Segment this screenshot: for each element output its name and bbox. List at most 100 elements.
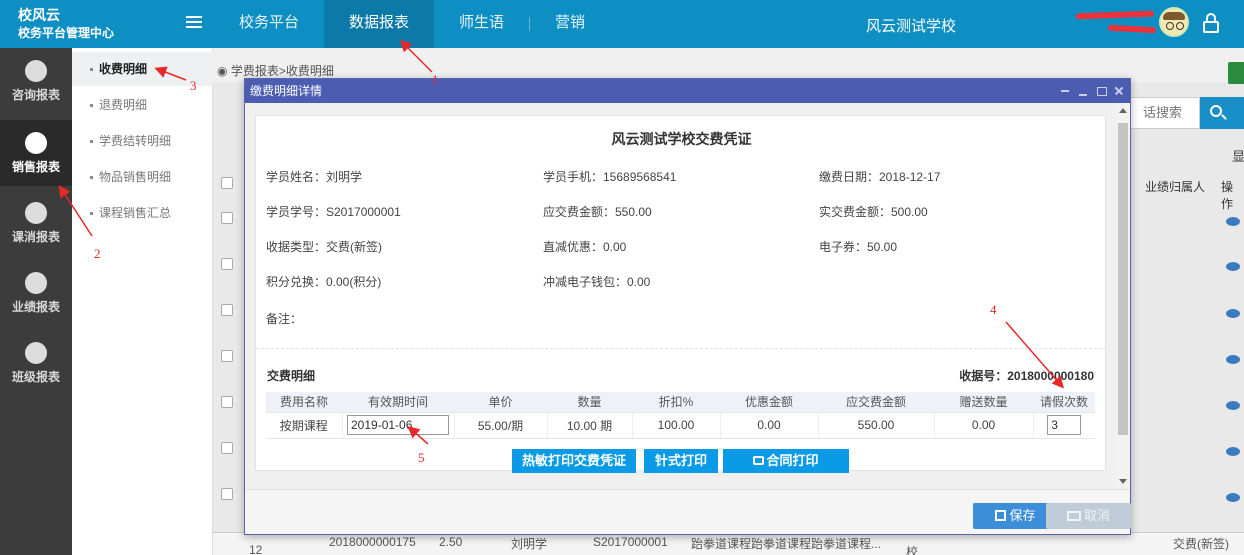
bullet-icon [90,212,93,216]
display-toggle[interactable]: 显 [1232,146,1244,165]
menu-toggle-icon[interactable] [186,16,202,30]
annotation-label-1: 1 [432,72,439,87]
brand[interactable]: 校风云 校务平台管理中心 [18,6,114,42]
field-student-name: 学员姓名：刘明学 [266,170,363,184]
fee-detail-table: 费用名称 有效期时间 单价 数量 折扣% 优惠金额 应交费金额 赠送数量 请假次… [266,392,1095,439]
table-row: 按期课程 55.00/期 10.00 期 100.00 0.00 550.00 … [266,411,1095,439]
breadcrumb-text: 学费报表>收费明细 [230,64,334,78]
valid-date-input[interactable] [347,415,449,435]
sidebar-item-consult[interactable]: 咨询报表 [0,48,72,114]
submenu-item-goods-sales[interactable]: 物品销售明细 [72,160,213,194]
cell-discount-amount: 0.00 [720,411,819,439]
table-row[interactable]: 12 2018000000175 2.50 刘明学 S2017000001 跆拳… [213,532,1244,555]
row-name: 刘明学 [511,537,548,551]
row-index: 12 [249,543,263,555]
top-bar: 校风云 校务平台管理中心 校务平台 数据报表 师生语 营销 风云测试学校 [0,0,1244,48]
row-checkbox[interactable] [221,304,233,316]
cell-due: 550.00 [818,411,935,439]
field-wallet: 冲减电子钱包：0.00 [543,275,651,289]
pin-icon[interactable] [1060,79,1070,103]
submenu-item-transfer-detail[interactable]: 学费结转明细 [72,124,213,158]
contract-print-label: 合同打印 [766,453,819,468]
submenu-label: 学费结转明细 [99,134,172,148]
thermal-print-button[interactable]: 热敏打印交费凭证 [512,449,636,473]
nav-item-data-report[interactable]: 数据报表 [324,0,435,48]
cell-discount: 100.00 [632,411,721,439]
field-direct-discount: 直减优惠：0.00 [543,240,627,254]
select-all-checkbox[interactable] [221,177,233,189]
col-discount: 折扣% [632,392,720,412]
minimize-icon[interactable] [1078,79,1088,103]
print-icon [753,456,765,466]
school-name: 风云测试学校 [866,18,957,35]
view-eye-icon[interactable] [1226,217,1240,226]
row-campus: 校 [906,545,919,555]
view-eye-icon[interactable] [1226,447,1240,456]
save-icon [995,510,1007,522]
row-checkbox[interactable] [221,350,233,362]
bullet-icon [90,140,93,144]
modal-header[interactable]: 缴费明细详情 [245,79,1130,103]
col-actions: 操作 [1221,180,1234,211]
submenu-label: 物品销售明细 [99,170,172,184]
redacted-user-info [1068,9,1158,35]
field-paid-amount: 实交费金额：500.00 [819,205,928,219]
view-eye-icon[interactable] [1226,493,1240,502]
bar-chart-icon [25,272,47,294]
field-points: 积分兑换：0.00(积分) [266,275,382,289]
cell-quantity: 10.00 期 [547,411,633,439]
search-button[interactable] [1200,97,1244,129]
row-type: 交费(新签) [1173,537,1229,551]
sidebar-item-label: 班级报表 [11,370,60,384]
scroll-up-icon[interactable] [1119,108,1127,113]
col-valid-date: 有效期时间 [342,392,454,412]
view-eye-icon[interactable] [1226,355,1240,364]
sidebar-item-label: 销售报表 [11,160,60,174]
lock-icon[interactable] [1203,13,1219,33]
nav-item-teacher-student[interactable]: 师生语 [434,0,529,48]
row-student-no: S2017000001 [593,535,668,549]
contract-print-button[interactable]: 合同打印 [723,449,849,473]
close-icon[interactable] [1114,79,1124,103]
cell-unit-price: 55.00/期 [454,411,548,439]
sidebar-item-lesson[interactable]: 课消报表 [0,190,72,256]
field-fee-type: 收据类型：交费(新签) [266,240,382,254]
sidebar: 咨询报表 销售报表 课消报表 业绩报表 班级报表 [0,48,72,555]
row-checkbox[interactable] [221,258,233,270]
scroll-down-icon[interactable] [1119,479,1127,484]
view-eye-icon[interactable] [1226,262,1240,271]
col-leave-count: 请假次数 [1033,392,1095,412]
submenu-label: 收费明细 [99,62,148,76]
maximize-icon[interactable] [1096,79,1107,103]
sidebar-item-performance[interactable]: 业绩报表 [0,260,72,326]
row-receipt: 2018000000175 [329,535,416,549]
modal-title: 缴费明细详情 [250,84,323,98]
col-quantity: 数量 [547,392,632,412]
modal-scrollbar[interactable] [1116,103,1130,489]
search-input[interactable]: 话搜索 [1130,97,1200,129]
view-eye-icon[interactable] [1226,401,1240,410]
sidebar-item-class[interactable]: 班级报表 [0,330,72,396]
cancel-button[interactable]: 取消 [1046,503,1131,529]
bullet-icon [90,176,93,180]
dot-matrix-print-button[interactable]: 针式打印 [644,449,718,473]
scroll-thumb[interactable] [1118,123,1128,435]
submenu-item-course-summary[interactable]: 课程销售汇总 [72,196,213,230]
leave-count-input[interactable] [1047,415,1082,435]
bullet-icon [90,68,93,72]
sidebar-item-sales[interactable]: 销售报表 [0,120,72,186]
voucher-title: 风云测试学校交费凭证 [611,131,752,147]
nav-item-marketing[interactable]: 营销 [530,0,610,48]
row-checkbox[interactable] [221,396,233,408]
row-checkbox[interactable] [221,442,233,454]
nav-item-platform[interactable]: 校务平台 [214,0,324,48]
avatar[interactable] [1159,7,1189,37]
col-unit-price: 单价 [454,392,547,412]
cancel-label: 取消 [1083,508,1110,523]
field-student-no: 学员学号：S2017000001 [266,205,401,219]
view-eye-icon[interactable] [1226,309,1240,318]
row-checkbox[interactable] [221,212,233,224]
row-checkbox[interactable] [221,488,233,500]
cell-leave-count [1033,411,1095,439]
export-button[interactable] [1228,62,1244,84]
